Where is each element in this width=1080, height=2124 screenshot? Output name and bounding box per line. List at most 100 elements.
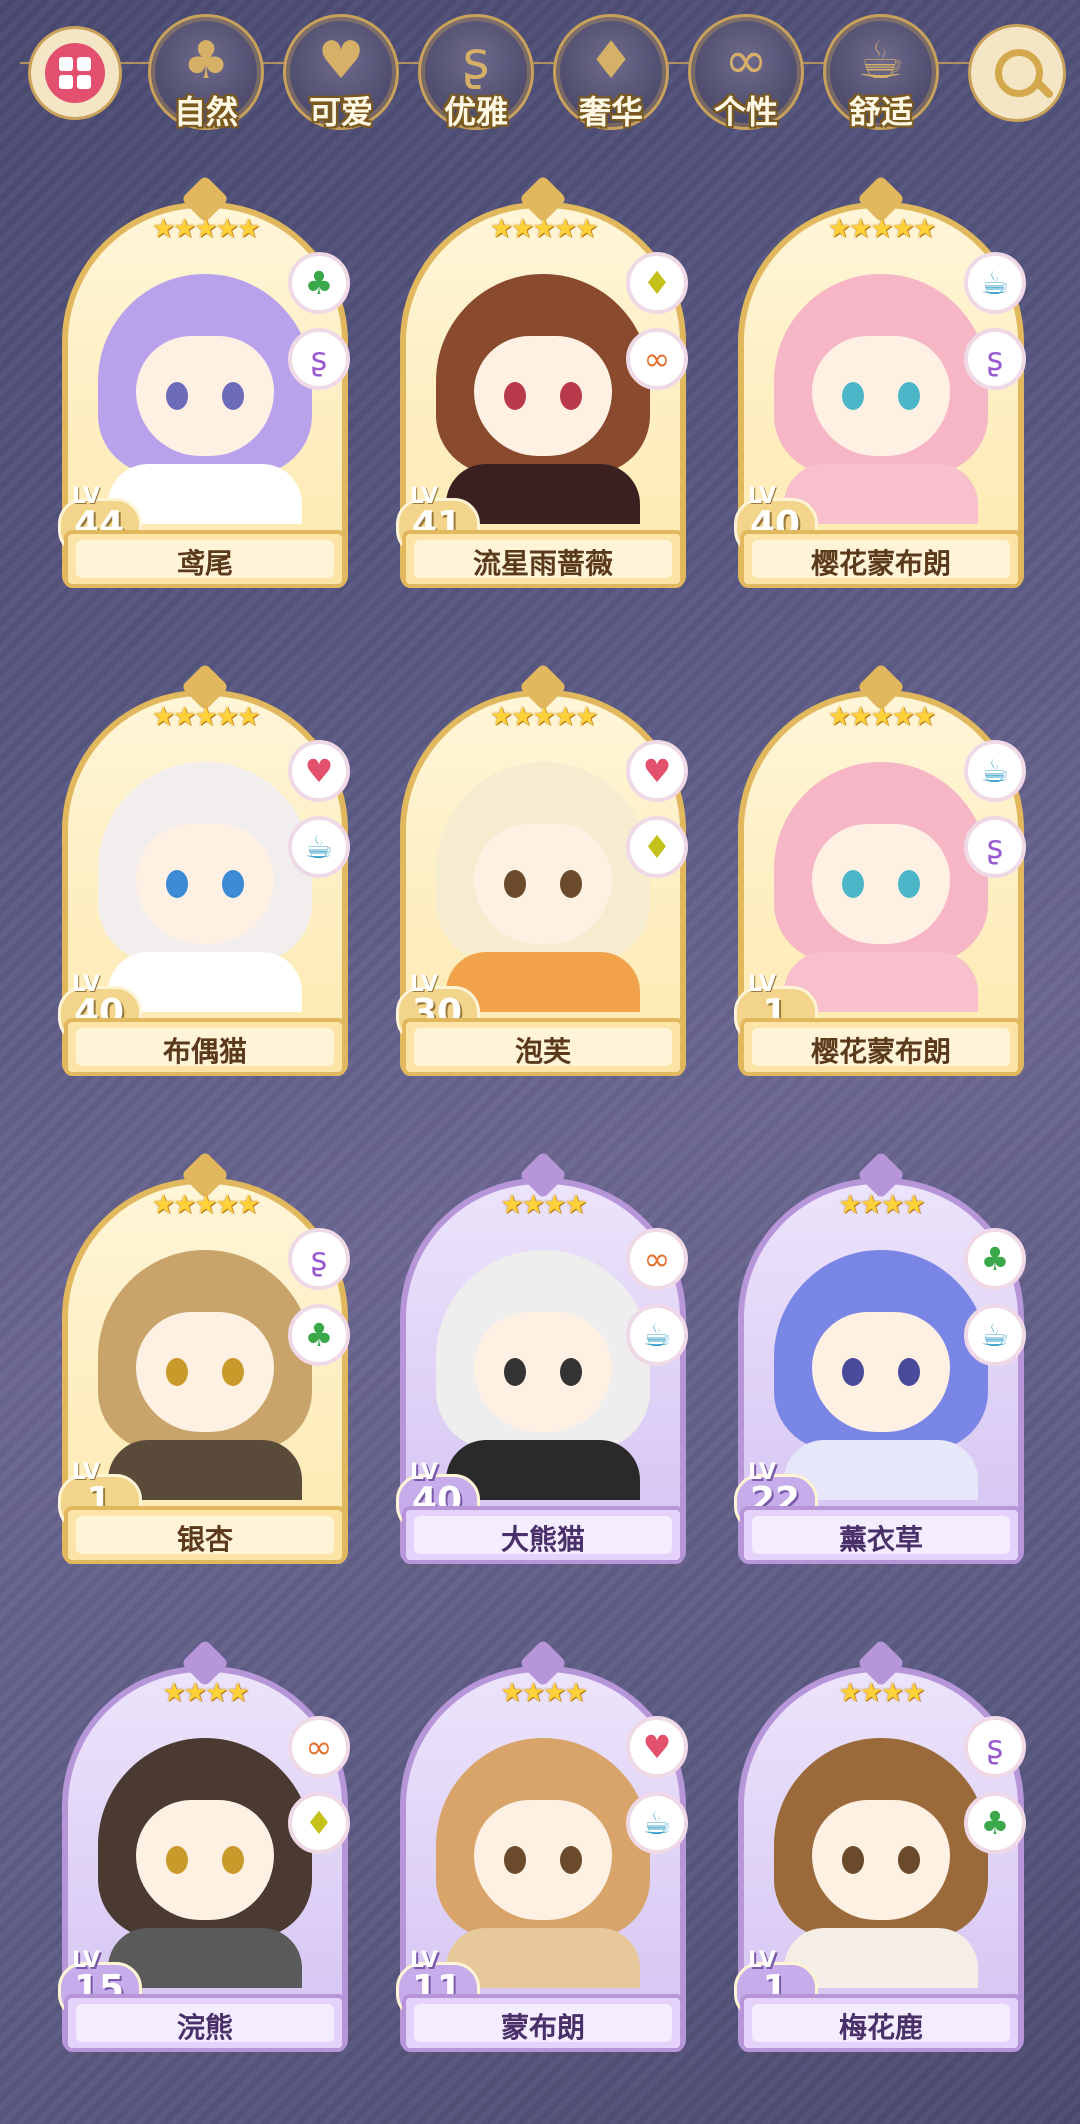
portrait-eye [504, 870, 526, 898]
teacup-icon: ☕ [964, 252, 1026, 314]
filter-teacup-button[interactable]: ☕ 舒适 [823, 14, 939, 131]
portrait-eye [166, 870, 188, 898]
teacup-icon: ☕ [288, 816, 350, 878]
portrait-eye [560, 870, 582, 898]
search-button[interactable] [968, 24, 1066, 122]
character-card[interactable]: ★★★★ ʂ ♣ LV 1 梅花鹿 [734, 1632, 1026, 2052]
grid-icon-cell [59, 75, 73, 89]
teacup-icon: ☕ [857, 31, 905, 91]
name-plate: 鸢尾 [64, 530, 346, 588]
portrait-face [136, 824, 274, 944]
portrait-eye [222, 1846, 244, 1874]
character-card[interactable]: ★★★★ ∞ ♦ LV 15 浣熊 [58, 1632, 350, 2052]
character-card[interactable]: ★★★★ ♥ ☕ LV 11 蒙布朗 [396, 1632, 688, 2052]
filter-label: 奢华 [578, 93, 643, 131]
filter-glasses-button[interactable]: ∞ 个性 [688, 14, 804, 131]
star-rating: ★★★★★ [489, 702, 599, 732]
swan-icon: ʂ [964, 1716, 1026, 1778]
star-rating: ★★★★ [838, 1678, 925, 1708]
heart-icon: ♥ [317, 31, 365, 91]
portrait-eye [166, 382, 188, 410]
portrait-eye [898, 1846, 920, 1874]
character-card[interactable]: ★★★★ ♣ ☕ LV 22 薰衣草 [734, 1144, 1026, 1564]
heart-icon: ♥ [626, 740, 688, 802]
character-name: 蒙布朗 [500, 2011, 585, 2044]
swan-icon: ʂ [288, 328, 350, 390]
star-rating: ★★★★★ [489, 214, 599, 244]
portrait-eye [166, 1846, 188, 1874]
portrait-eye [898, 382, 920, 410]
name-plate: 樱花蒙布朗 [740, 1018, 1022, 1076]
portrait-face [474, 336, 612, 456]
character-card[interactable]: ★★★★★ ♥ ☕ LV 40 布偶猫 [58, 656, 350, 1076]
character-card[interactable]: ★★★★ ∞ ☕ LV 40 大熊猫 [396, 1144, 688, 1564]
portrait-face [474, 1800, 612, 1920]
character-card[interactable]: ★★★★★ ♥ ♦ LV 30 泡芙 [396, 656, 688, 1076]
swan-icon: ʂ [462, 31, 490, 91]
name-plate: 布偶猫 [64, 1018, 346, 1076]
character-card[interactable]: ★★★★★ ♣ ʂ LV 44 鸢尾 [58, 168, 350, 588]
filter-label: 可爱 [308, 93, 373, 131]
character-card[interactable]: ★★★★★ ♦ ∞ LV 41 流星雨蔷薇 [396, 168, 688, 588]
star-rating: ★★★★ [500, 1678, 587, 1708]
portrait-eye [222, 870, 244, 898]
portrait-eye [842, 1846, 864, 1874]
filter-swan-button[interactable]: ʂ 优雅 [418, 14, 534, 131]
character-card[interactable]: ★★★★★ ʂ ♣ LV 1 银杏 [58, 1144, 350, 1564]
portrait-eye [842, 870, 864, 898]
name-plate: 流星雨蔷薇 [402, 530, 684, 588]
portrait-eye [898, 1358, 920, 1386]
filter-clover-button[interactable]: ♣ 自然 [148, 14, 264, 131]
character-card[interactable]: ★★★★★ ☕ ʂ LV 40 樱花蒙布朗 [734, 168, 1026, 588]
character-name: 浣熊 [176, 2011, 233, 2044]
character-name: 樱花蒙布朗 [810, 1035, 951, 1068]
all-categories-button[interactable] [28, 26, 122, 120]
portrait-face [812, 336, 950, 456]
filter-diamond-button[interactable]: ♦ 奢华 [553, 14, 669, 131]
portrait-eye [222, 382, 244, 410]
heart-icon: ♥ [288, 740, 350, 802]
star-rating: ★★★★ [162, 1678, 249, 1708]
portrait-eye [222, 1358, 244, 1386]
clover-icon: ♣ [288, 1304, 350, 1366]
diamond-icon: ♦ [587, 31, 635, 91]
portrait-face [136, 336, 274, 456]
portrait-eye [560, 1846, 582, 1874]
character-card[interactable]: ★★★★★ ☕ ʂ LV 1 樱花蒙布朗 [734, 656, 1026, 1076]
clover-icon: ♣ [964, 1792, 1026, 1854]
filter-heart-button[interactable]: ♥ 可爱 [283, 14, 399, 131]
grid-icon-cell [77, 57, 91, 71]
name-plate: 蒙布朗 [402, 1994, 684, 2052]
portrait-eye [560, 1358, 582, 1386]
character-name: 布偶猫 [162, 1035, 247, 1068]
portrait-face [136, 1312, 274, 1432]
name-plate: 泡芙 [402, 1018, 684, 1076]
portrait-face [474, 1312, 612, 1432]
swan-icon: ʂ [288, 1228, 350, 1290]
filter-label: 舒适 [848, 93, 913, 131]
star-rating: ★★★★★ [151, 214, 261, 244]
portrait-face [136, 1800, 274, 1920]
portrait-eye [504, 1846, 526, 1874]
name-plate: 浣熊 [64, 1994, 346, 2052]
portrait-eye [842, 1358, 864, 1386]
clover-icon: ♣ [182, 31, 230, 91]
glasses-icon: ∞ [626, 1228, 688, 1290]
portrait-face [812, 824, 950, 944]
diamond-icon: ♦ [626, 816, 688, 878]
heart-icon: ♥ [626, 1716, 688, 1778]
glasses-icon: ∞ [724, 31, 768, 91]
clover-icon: ♣ [964, 1228, 1026, 1290]
star-rating: ★★★★★ [827, 214, 937, 244]
grid-icon [45, 43, 105, 103]
character-name: 流星雨蔷薇 [472, 547, 613, 580]
character-name: 泡芙 [514, 1035, 571, 1068]
teacup-icon: ☕ [964, 740, 1026, 802]
name-plate: 樱花蒙布朗 [740, 530, 1022, 588]
portrait-face [474, 824, 612, 944]
portrait-eye [166, 1358, 188, 1386]
category-filter-bar: ♣ 自然 ♥ 可爱 ʂ 优雅 ♦ 奢华 ∞ 个性 ☕ 舒适 [0, 0, 1080, 131]
filter-label: 优雅 [443, 93, 508, 131]
portrait-face [812, 1800, 950, 1920]
filter-label: 自然 [173, 93, 238, 131]
